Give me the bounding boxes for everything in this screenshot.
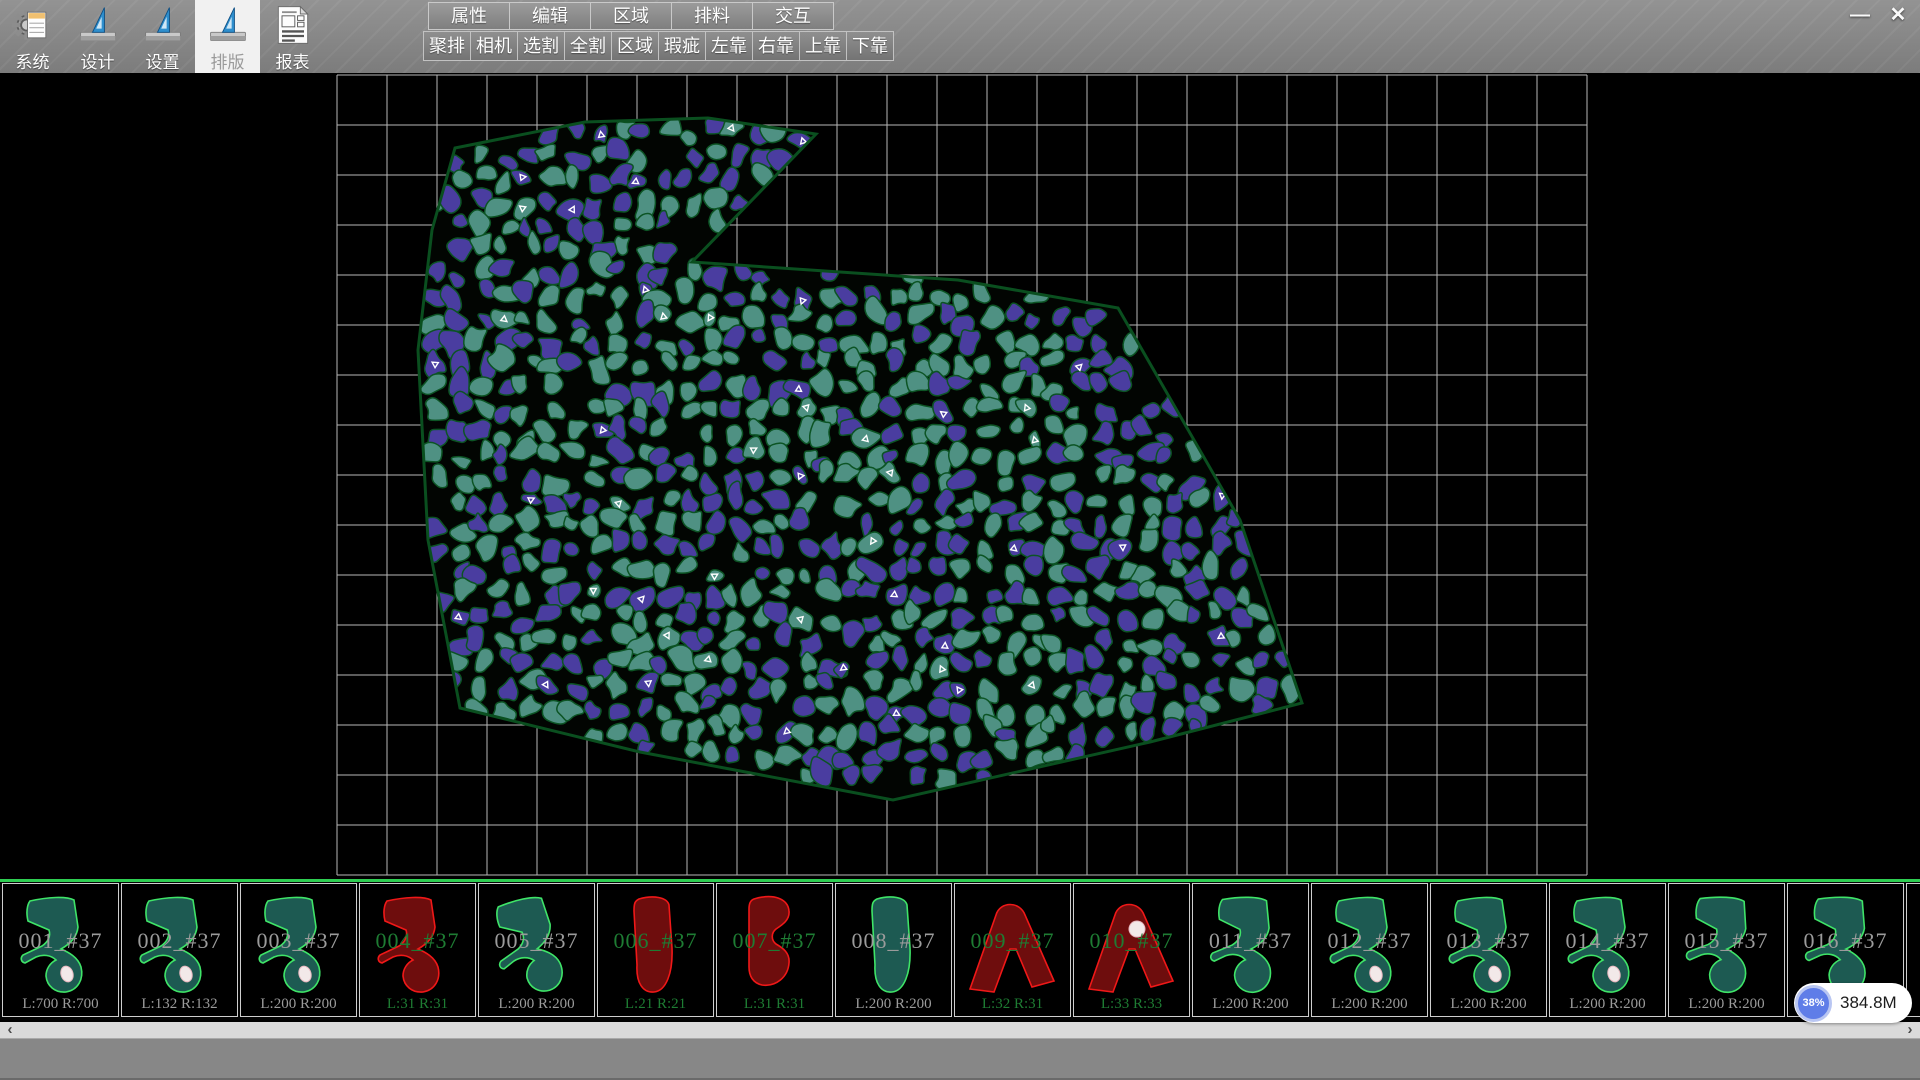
progress-circle: 38% bbox=[1795, 985, 1832, 1022]
button-snap-left[interactable]: 左靠 bbox=[705, 31, 753, 61]
thumbnail-lr: L:32 R:31 bbox=[955, 996, 1070, 1013]
hide-shape bbox=[417, 114, 1302, 800]
thumbnail-cell[interactable]: 015_#37 L:200 R:200 bbox=[1668, 883, 1785, 1017]
menu-tab-bar: 属性 编辑 区域 排料 交互 bbox=[428, 2, 834, 30]
button-cluster-nest[interactable]: 聚排 bbox=[423, 31, 471, 61]
piece-shape bbox=[1911, 886, 1920, 1010]
thumbnail-lr: L:132 R:132 bbox=[122, 996, 237, 1013]
tab-interaction[interactable]: 交互 bbox=[752, 2, 834, 30]
report-label: 报表 bbox=[276, 48, 310, 73]
button-snap-bottom[interactable]: 下靠 bbox=[846, 31, 894, 61]
status-bar bbox=[0, 1038, 1920, 1080]
thumbnail-cell[interactable]: 008_#37 L:200 R:200 bbox=[835, 883, 952, 1017]
thumbnail-id: 015_#37 bbox=[1669, 928, 1784, 954]
button-camera[interactable]: 相机 bbox=[470, 31, 518, 61]
thumbnail-lr: L:200 R:200 bbox=[1669, 996, 1784, 1013]
horizontal-scrollbar[interactable]: ‹ › bbox=[0, 1022, 1920, 1038]
thumbnail-id: 012_#37 bbox=[1312, 928, 1427, 954]
button-cut-all[interactable]: 全割 bbox=[564, 31, 612, 61]
thumbnail-lr: L:31 R:31 bbox=[717, 996, 832, 1013]
thumbnail-cell[interactable]: 009_#37 L:32 R:31 bbox=[954, 883, 1071, 1017]
thumbnail-cell[interactable]: 003_#37 L:200 R:200 bbox=[240, 883, 357, 1017]
nesting-canvas[interactable] bbox=[0, 73, 1920, 879]
thumbnail-cell[interactable]: 004_#37 L:31 R:31 bbox=[359, 883, 476, 1017]
thumbnail-lr: L:700 R:700 bbox=[3, 996, 118, 1013]
thumbnail-id: 013_#37 bbox=[1431, 928, 1546, 954]
thumbnail-id: 003_#37 bbox=[241, 928, 356, 954]
system-label: 系统 bbox=[16, 48, 50, 73]
button-defect[interactable]: 瑕疵 bbox=[658, 31, 706, 61]
thumbnail-id: 011_#37 bbox=[1193, 928, 1308, 954]
tool-button-bar: 聚排 相机 选割 全割 区域 瑕疵 左靠 右靠 上靠 下靠 bbox=[424, 31, 894, 61]
piece-thumbnail-strip: 001_#37 L:700 R:700 002_#37 L:132 R:132 … bbox=[0, 882, 1920, 1020]
toolbar: 系统 设计 bbox=[0, 0, 1920, 73]
thumbnail-cell[interactable]: 010_#37 L:33 R:33 bbox=[1073, 883, 1190, 1017]
thumbnail-lr: L:200 R:200 bbox=[1550, 996, 1665, 1013]
layout-icon bbox=[206, 3, 250, 47]
layout-label: 排版 bbox=[211, 48, 245, 73]
thumbnail-lr: L:33 R:33 bbox=[1074, 996, 1189, 1013]
thumbnail-id: 007_#37 bbox=[717, 928, 832, 954]
thumbnail-lr: L:21 R:21 bbox=[598, 996, 713, 1013]
memory-usage: 384.8M bbox=[1840, 993, 1897, 1013]
thumbnail-lr: L:31 R:31 bbox=[360, 996, 475, 1013]
thumbnail-cell[interactable]: 007_#37 L:31 R:31 bbox=[716, 883, 833, 1017]
layout-button[interactable]: 排版 bbox=[195, 0, 260, 73]
settings-button[interactable]: 设置 bbox=[130, 0, 195, 73]
thumbnail-id: 008_#37 bbox=[836, 928, 951, 954]
thumbnail-lr: L:200 R:200 bbox=[836, 996, 951, 1013]
button-select-cut[interactable]: 选割 bbox=[517, 31, 565, 61]
thumbnail-id: 005_#37 bbox=[479, 928, 594, 954]
thumbnail-id: 014_#37 bbox=[1550, 928, 1665, 954]
thumbnail-cell[interactable]: 001_#37 L:700 R:700 bbox=[2, 883, 119, 1017]
thumbnail-cell[interactable]: 005_#37 L:200 R:200 bbox=[478, 883, 595, 1017]
thumbnail-id: 001_#37 bbox=[3, 928, 118, 954]
minimize-button[interactable]: — bbox=[1844, 2, 1876, 28]
button-region[interactable]: 区域 bbox=[611, 31, 659, 61]
thumbnail-lr: L:200 R:200 bbox=[1193, 996, 1308, 1013]
thumbnail-cell[interactable]: 002_#37 L:132 R:132 bbox=[121, 883, 238, 1017]
app-toolbar: 系统 设计 bbox=[0, 0, 325, 73]
thumbnail-cell[interactable]: 013_#37 L:200 R:200 bbox=[1430, 883, 1547, 1017]
button-snap-top[interactable]: 上靠 bbox=[799, 31, 847, 61]
thumbnail-cell[interactable]: 012_#37 L:200 R:200 bbox=[1311, 883, 1428, 1017]
settings-label: 设置 bbox=[146, 48, 180, 73]
system-button[interactable]: 系统 bbox=[0, 0, 65, 73]
button-snap-right[interactable]: 右靠 bbox=[752, 31, 800, 61]
close-button[interactable]: ✕ bbox=[1882, 2, 1914, 28]
scroll-right-arrow[interactable]: › bbox=[1902, 1022, 1918, 1038]
thumbnail-id: 006_#37 bbox=[598, 928, 713, 954]
report-icon bbox=[271, 3, 315, 47]
thumbnail-id: 010_#37 bbox=[1074, 928, 1189, 954]
thumbnail-id: 002_#37 bbox=[122, 928, 237, 954]
thumbnail-lr: L:200 R:200 bbox=[241, 996, 356, 1013]
thumbnail-lr: L:200 R:200 bbox=[479, 996, 594, 1013]
thumbnail-cell[interactable]: 014_#37 L:200 R:200 bbox=[1549, 883, 1666, 1017]
report-button[interactable]: 报表 bbox=[260, 0, 325, 73]
tab-nesting[interactable]: 排料 bbox=[671, 2, 753, 30]
thumbnail-cell[interactable]: 006_#37 L:21 R:21 bbox=[597, 883, 714, 1017]
thumbnail-lr: L:200 R:200 bbox=[1431, 996, 1546, 1013]
design-button[interactable]: 设计 bbox=[65, 0, 130, 73]
window-controls: — ✕ bbox=[1844, 2, 1914, 28]
thumbnail-id: 009_#37 bbox=[955, 928, 1070, 954]
thumbnail-id: 004_#37 bbox=[360, 928, 475, 954]
system-icon bbox=[11, 3, 55, 47]
thumbnail-lr: L:200 R:200 bbox=[1312, 996, 1427, 1013]
scroll-left-arrow[interactable]: ‹ bbox=[2, 1022, 18, 1038]
application-window: 系统 设计 bbox=[0, 0, 1920, 1080]
tab-properties[interactable]: 属性 bbox=[428, 2, 510, 30]
design-icon bbox=[76, 3, 120, 47]
tab-edit[interactable]: 编辑 bbox=[509, 2, 591, 30]
status-badge: 38% 384.8M bbox=[1794, 983, 1912, 1023]
settings-icon bbox=[141, 3, 185, 47]
thumbnail-cell[interactable]: 011_#37 L:200 R:200 bbox=[1192, 883, 1309, 1017]
design-label: 设计 bbox=[81, 48, 115, 73]
thumbnail-id: 016_#37 bbox=[1788, 928, 1903, 954]
tab-region[interactable]: 区域 bbox=[590, 2, 672, 30]
